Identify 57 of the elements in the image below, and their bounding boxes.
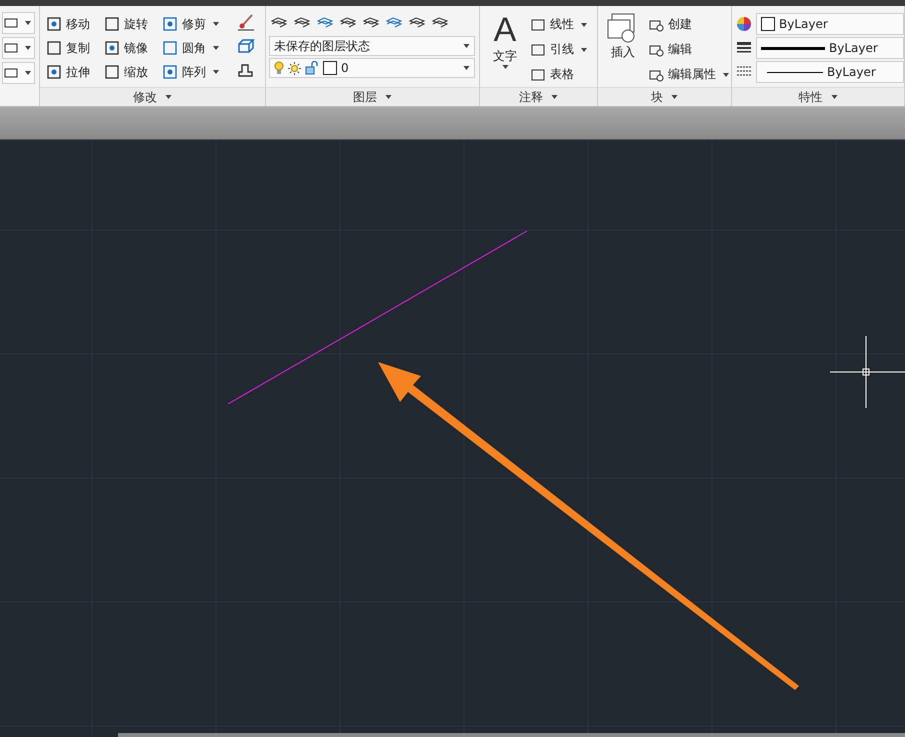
draw-tool-button[interactable] [2,37,35,59]
tool-button[interactable]: 表格 [530,66,587,83]
panel-title[interactable]: 块 [598,87,731,106]
caret-icon [385,95,392,99]
caret-icon [830,95,838,99]
caret-icon [213,46,219,50]
panel-title[interactable]: 图层 [266,87,479,106]
text-tool-button[interactable]: A 文字 [484,12,526,83]
tool-button[interactable]: 阵列 [162,60,234,84]
panel-title[interactable]: 注释 [480,87,597,106]
caret-icon [723,72,729,76]
tool-button[interactable]: 引线 [530,41,587,58]
caret-icon [213,70,219,74]
sun-icon [288,62,301,74]
color-dropdown[interactable]: ByLayer [756,13,904,35]
tool-button[interactable]: 编辑 [648,41,729,58]
caret-icon [213,22,219,26]
unlocked-padlock-icon [305,61,319,75]
tool-button[interactable]: 修剪 [162,12,234,36]
rectangle-icon [4,16,18,30]
draw-tool-button[interactable] [2,12,35,34]
rectangle-icon [4,41,18,55]
panel-title[interactable]: 特性 [732,87,904,106]
caret-icon [581,22,587,26]
layer-dropdown[interactable]: 0 [269,58,475,78]
color-wheel-icon[interactable] [736,16,752,32]
caret-icon [551,95,558,99]
tool-button[interactable]: 线性 [530,16,587,33]
tool-button[interactable]: 编辑属性 [648,66,729,83]
draw-tool-button[interactable] [2,62,35,84]
panel-title[interactable]: 修改 [40,87,265,106]
caret-icon [25,71,31,75]
tool-button[interactable]: 复制 [46,36,104,60]
caret-icon [463,66,470,70]
caret-icon [165,95,172,99]
scroll-bar[interactable] [118,733,905,737]
linetype-dropdown[interactable]: ByLayer [756,61,904,83]
caret-icon [463,44,470,48]
caret-icon [502,65,508,69]
tool-button[interactable]: 旋转 [104,12,162,36]
color-swatch [323,61,337,75]
caret-icon [581,48,587,52]
rectangle-icon [4,66,18,80]
tool-button[interactable]: 圆角 [162,36,234,60]
tool-button[interactable]: 缩放 [104,60,162,84]
insert-button[interactable]: 插入 [602,12,644,83]
brush-icon[interactable] [236,12,256,32]
caret-icon [25,21,31,25]
tool-button[interactable]: 移动 [46,12,104,36]
caret-icon [671,95,678,99]
tool-button[interactable]: 创建 [648,16,729,33]
caret-icon [25,46,31,50]
lineweight-dropdown[interactable]: ByLayer [756,37,904,59]
layer-state-dropdown[interactable]: 未保存的图层状态 [269,36,475,56]
tool-button[interactable]: 拉伸 [46,60,104,84]
lightbulb-icon [274,61,284,75]
tool-button[interactable]: 镜像 [104,36,162,60]
